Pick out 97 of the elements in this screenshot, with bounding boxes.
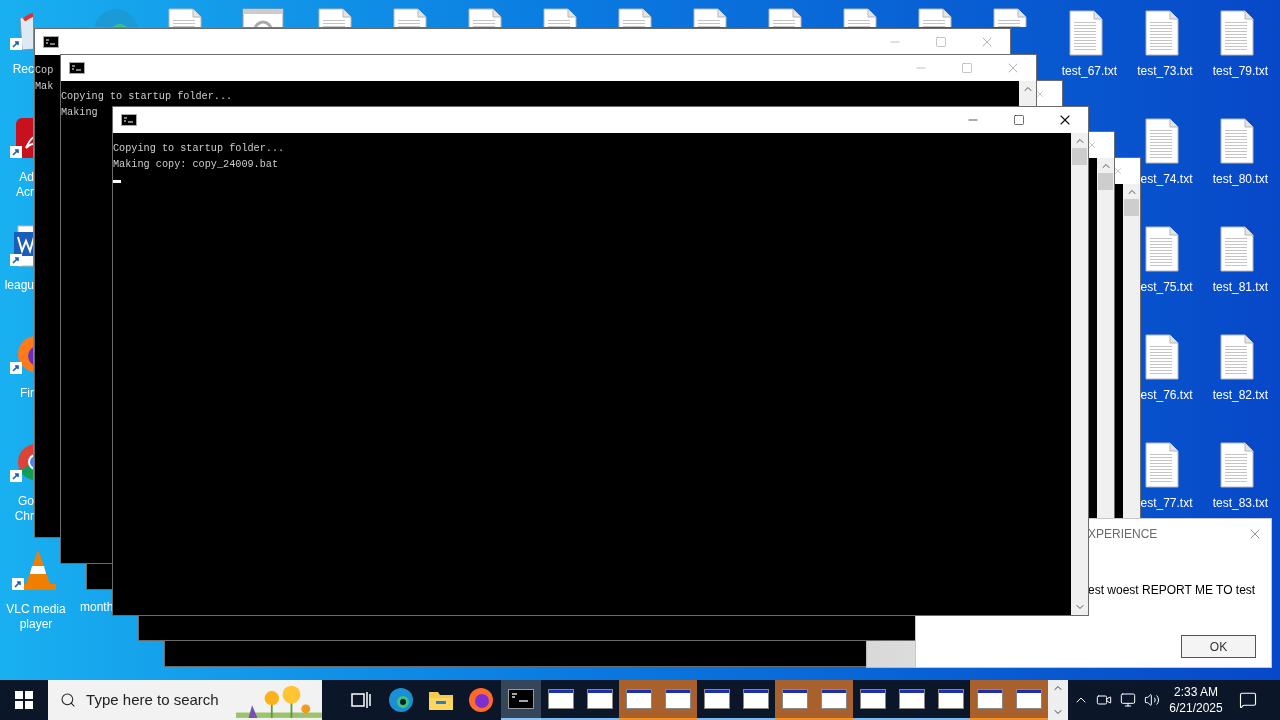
taskbar-window-button[interactable] <box>658 680 697 720</box>
window-icon <box>703 689 730 709</box>
window-icon <box>976 689 1003 709</box>
document-icon[interactable] <box>1219 442 1255 488</box>
file-label: test_82.txt <box>1212 387 1268 404</box>
window-icon <box>937 689 964 709</box>
console-output-line: Cop <box>35 65 54 76</box>
edge-icon <box>388 687 414 713</box>
window-icon <box>1015 689 1042 709</box>
taskbar-window-button[interactable] <box>970 680 1009 720</box>
volume-icon <box>1144 692 1160 708</box>
document-icon[interactable] <box>1143 226 1180 272</box>
console-output-line: Copying to startup folder... <box>113 143 285 154</box>
document-icon[interactable] <box>767 8 803 27</box>
icon-label: Rec <box>12 62 34 77</box>
close-icon[interactable] <box>1113 166 1123 176</box>
window-icon <box>664 689 691 709</box>
document-icon[interactable] <box>1219 118 1255 164</box>
window-icon <box>781 689 808 709</box>
icon-label: leagu <box>4 278 34 293</box>
window-icon <box>547 689 574 709</box>
icon-label: VLC media player <box>6 602 66 632</box>
console-icon <box>121 114 137 126</box>
close-icon[interactable] <box>1087 140 1097 150</box>
ok-button[interactable]: OK <box>1181 635 1256 658</box>
document-icon[interactable] <box>1143 334 1180 380</box>
taskbar-window-button[interactable] <box>1009 680 1048 720</box>
document-icon[interactable] <box>467 8 503 27</box>
document-icon[interactable] <box>692 8 728 27</box>
scrollbar-thumb[interactable] <box>1072 148 1087 165</box>
scrollbar-thumb[interactable] <box>1124 199 1139 216</box>
firefox-icon <box>468 687 494 713</box>
maximize-icon <box>1013 114 1025 126</box>
monitor-icon <box>1120 692 1136 708</box>
window-icon <box>859 689 886 709</box>
document-icon[interactable] <box>1143 442 1180 488</box>
icon-label: Acr <box>16 185 34 200</box>
taskbar-app-button[interactable] <box>501 680 541 720</box>
file-label: est_75.txt <box>1140 279 1193 296</box>
taskbar-window-button[interactable] <box>619 680 658 720</box>
file-label: est_76.txt <box>1140 387 1193 404</box>
window-icon <box>625 689 652 709</box>
message-icon <box>1239 691 1257 709</box>
document-icon[interactable] <box>392 8 428 27</box>
document-icon[interactable] <box>1219 226 1255 272</box>
icon-label: Ad <box>19 170 34 185</box>
maximize-icon <box>961 62 973 74</box>
scrollbar-thumb[interactable] <box>1098 173 1113 190</box>
file-label: test_80.txt <box>1212 171 1268 188</box>
file-label: test_83.txt <box>1212 495 1268 512</box>
document-icon[interactable] <box>1219 10 1255 56</box>
clock[interactable]: 2:33 AM 6/21/2025 <box>1164 680 1228 720</box>
file-label: test_73.txt <box>1137 63 1193 80</box>
console-output-line: Copying to startup folder... <box>61 91 233 102</box>
window-icon <box>586 689 613 709</box>
installer-icon[interactable] <box>242 8 284 27</box>
window-icon <box>820 689 847 709</box>
file-label: test_67.txt <box>1061 63 1117 80</box>
document-icon[interactable] <box>1219 334 1255 380</box>
camera-icon <box>1096 692 1112 708</box>
dialog-message: est woest REPORT ME TO test <box>1088 583 1256 597</box>
icon-label: Chr <box>14 509 34 524</box>
document-icon[interactable] <box>842 8 878 27</box>
file-label: est_74.txt <box>1140 171 1193 188</box>
icon-label: Fir <box>20 386 34 401</box>
document-icon[interactable] <box>1143 118 1180 164</box>
search-bar[interactable]: Type here to search <box>48 680 322 720</box>
task-view-icon <box>351 691 371 709</box>
document-icon[interactable] <box>542 8 578 27</box>
dialog-title: XPERIENCE <box>1088 526 1158 543</box>
console-icon <box>69 62 85 74</box>
file-label: test_79.txt <box>1212 63 1268 80</box>
search-icon <box>60 691 77 709</box>
document-icon[interactable] <box>917 8 953 27</box>
maximize-icon <box>935 36 947 48</box>
search-input[interactable]: Type here to search <box>86 688 237 712</box>
document-icon[interactable] <box>1143 10 1180 56</box>
window-icon <box>898 689 925 709</box>
console-output-line: Mak <box>35 81 54 92</box>
console-output-line: Making <box>61 107 98 118</box>
console-icon <box>43 36 59 48</box>
console-icon <box>508 689 534 709</box>
file-label: test_81.txt <box>1212 279 1268 296</box>
folder-icon <box>428 689 454 711</box>
taskbar-window-button[interactable] <box>775 680 814 720</box>
document-icon[interactable] <box>1068 10 1104 56</box>
document-icon[interactable] <box>317 8 353 27</box>
close-icon[interactable] <box>1035 89 1045 99</box>
windows-logo-icon <box>15 691 33 709</box>
console-output-line: Making copy: copy_24009.bat <box>113 159 279 170</box>
icon-label: Go <box>18 494 34 509</box>
document-icon[interactable] <box>992 8 1028 27</box>
window-icon <box>742 689 769 709</box>
document-icon[interactable] <box>617 8 653 27</box>
taskbar-window-button[interactable] <box>814 680 853 720</box>
file-label: est_77.txt <box>1140 495 1193 512</box>
scrollbar[interactable] <box>1071 133 1088 615</box>
